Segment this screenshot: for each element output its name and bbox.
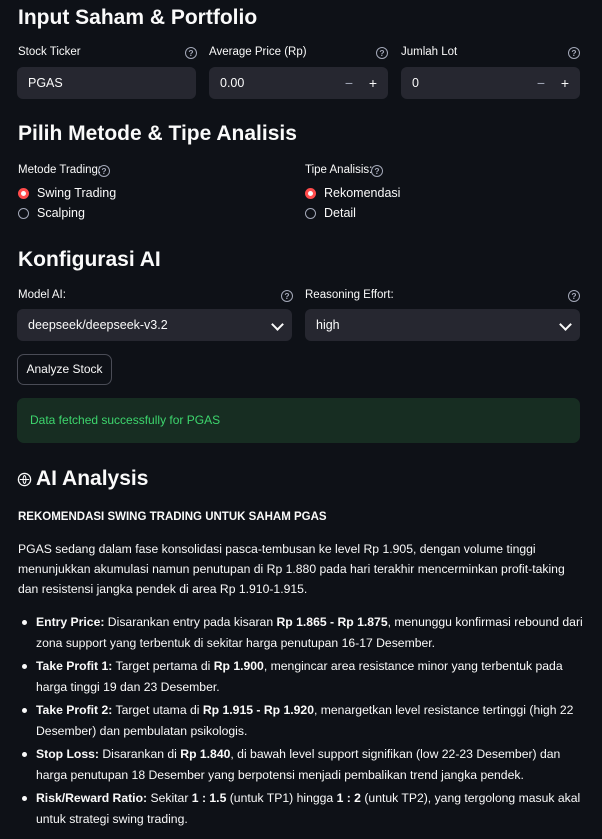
list-item: Stop Loss: Disarankan di Rp 1.840, di ba… [22,744,584,785]
lot-label: Jumlah Lot [401,46,458,58]
model-value: deepseek/deepseek-v3.2 [28,318,168,332]
effort-value: high [316,318,340,332]
analysis-type-label: Tipe Analisis: [305,164,373,176]
result-title: AI Analysis [36,467,149,490]
avg-price-input[interactable]: 0.00 − + [209,67,388,99]
increment-button[interactable]: + [362,67,384,99]
success-alert: Data fetched successfully for PGAS [17,398,580,443]
radio-label: Detail [324,206,356,220]
radio-detail[interactable]: Detail [305,206,356,220]
radio-unselected-icon [305,207,316,219]
lot-input[interactable]: 0 − + [401,67,580,99]
help-icon[interactable]: ? [371,165,383,177]
result-intro: PGAS sedang dalam fase konsolidasi pasca… [18,542,565,596]
analyze-stock-button[interactable]: Analyze Stock [17,354,112,385]
help-icon[interactable]: ? [568,290,580,302]
list-item: Take Profit 2: Target utama di Rp 1.915 … [22,700,584,741]
section-title-ai: Konfigurasi AI [18,248,161,271]
trading-method-label: Metode Trading: [18,164,102,176]
effort-select[interactable]: high [305,309,580,341]
decrement-button[interactable]: − [530,67,552,99]
section-title-input: Input Saham & Portfolio [18,6,258,29]
recommendation-list: Entry Price: Disarankan entry pada kisar… [22,612,584,832]
radio-label: Rekomendasi [324,186,401,200]
help-icon[interactable]: ? [98,165,110,177]
radio-label: Swing Trading [37,186,117,200]
help-icon[interactable]: ? [376,47,388,59]
chevron-down-icon [559,318,572,331]
ticker-value: PGAS [28,76,63,90]
result-title-row: AI Analysis [17,467,148,491]
radio-selected-icon [18,187,29,199]
radio-unselected-icon [18,207,29,219]
ticker-input[interactable]: PGAS [17,67,196,99]
help-icon[interactable]: ? [281,290,293,302]
model-label: Model AI: [18,289,66,301]
increment-button[interactable]: + [554,67,576,99]
brain-icon [17,472,32,486]
help-icon[interactable]: ? [568,47,580,59]
list-item: Take Profit 1: Target pertama di Rp 1.90… [22,656,584,697]
model-select[interactable]: deepseek/deepseek-v3.2 [17,309,292,341]
ticker-label: Stock Ticker [18,46,81,58]
effort-label: Reasoning Effort: [305,289,394,301]
avg-price-label: Average Price (Rp) [209,46,307,58]
radio-scalping[interactable]: Scalping [18,206,85,220]
radio-rekomendasi[interactable]: Rekomendasi [305,186,400,200]
avg-price-value: 0.00 [220,76,245,90]
section-title-method: Pilih Metode & Tipe Analisis [18,122,297,145]
chevron-down-icon [271,318,284,331]
radio-swing-trading[interactable]: Swing Trading [18,186,116,200]
lot-value: 0 [412,76,419,90]
decrement-button[interactable]: − [338,67,360,99]
radio-selected-icon [305,187,316,199]
list-item: Risk/Reward Ratio: Sekitar 1 : 1.5 (untu… [22,788,584,829]
help-icon[interactable]: ? [185,47,197,59]
list-item: Entry Price: Disarankan entry pada kisar… [22,612,584,653]
radio-label: Scalping [37,206,85,220]
result-heading: REKOMENDASI SWING TRADING UNTUK SAHAM PG… [18,511,327,523]
